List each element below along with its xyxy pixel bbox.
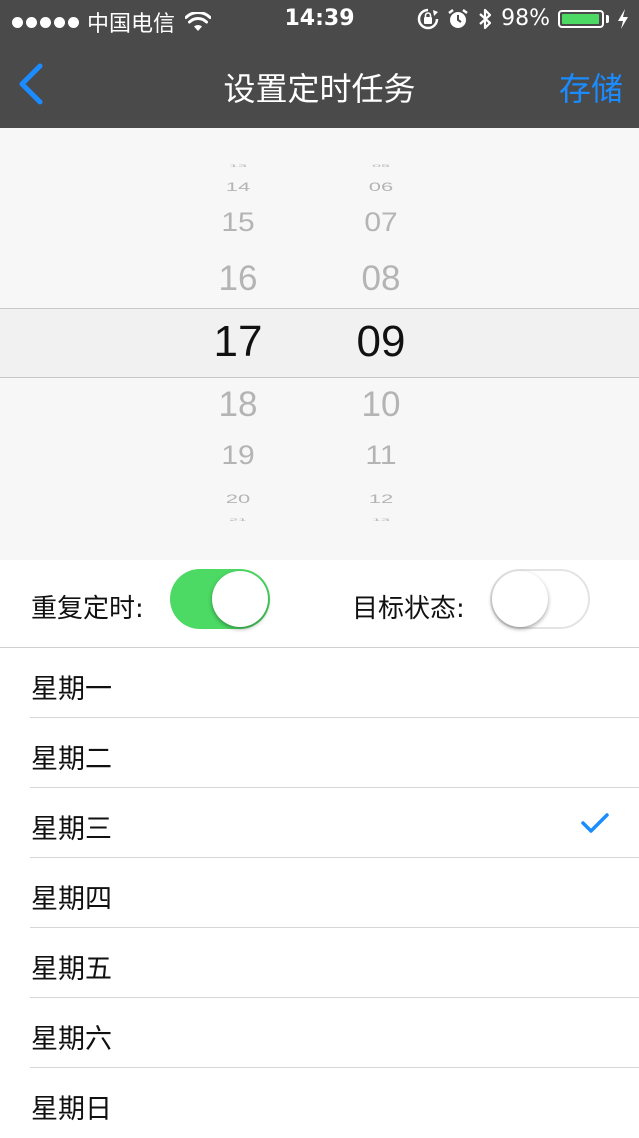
top-bar: 中国电信 14:39 98% 设置定时任务 存储 — [0, 0, 639, 128]
hour-wheel[interactable]: 13 14 15 16 17 18 19 20 21 — [178, 128, 298, 560]
hour-option[interactable]: 14 — [178, 181, 298, 193]
weekday-label: 星期三 — [31, 814, 112, 845]
weekday-row[interactable]: 星期日 — [0, 1068, 639, 1138]
weekday-row[interactable]: 星期四 — [0, 858, 639, 928]
minute-option[interactable]: 09 — [321, 320, 441, 364]
charging-icon — [618, 8, 628, 29]
toggle-row: 重复定时: 目标状态: — [0, 560, 639, 648]
hour-option[interactable]: 16 — [178, 261, 298, 296]
weekday-row[interactable]: 星期二 — [0, 718, 639, 788]
repeat-toggle[interactable] — [170, 569, 270, 629]
minute-option[interactable]: 10 — [321, 387, 441, 422]
minute-option[interactable]: 07 — [321, 209, 441, 237]
weekday-label: 星期四 — [31, 884, 112, 915]
hour-option[interactable]: 17 — [178, 320, 298, 364]
hour-option[interactable]: 21 — [178, 518, 298, 522]
time-picker: 13 14 15 16 17 18 19 20 21 05 06 07 08 09 10 11 12 13 — [0, 128, 639, 560]
status-right: 98% — [417, 6, 629, 31]
minute-option[interactable]: 11 — [321, 442, 441, 470]
weekday-row[interactable]: 星期一 — [0, 648, 639, 718]
target-state-toggle-knob — [492, 571, 548, 627]
hour-option[interactable]: 18 — [178, 387, 298, 422]
minute-option[interactable]: 05 — [321, 164, 441, 168]
hour-option[interactable]: 13 — [178, 164, 298, 168]
weekday-row[interactable]: 星期三 — [0, 788, 639, 858]
weekday-row[interactable]: 星期六 — [0, 998, 639, 1068]
battery-icon — [558, 9, 604, 28]
save-button[interactable]: 存储 — [559, 64, 623, 110]
weekday-label: 星期六 — [31, 1024, 112, 1055]
battery-percent: 98% — [501, 6, 550, 31]
weekday-list: 星期一星期二星期三星期四星期五星期六星期日 — [0, 648, 639, 1138]
repeat-label: 重复定时: — [31, 594, 144, 624]
alarm-icon — [448, 8, 468, 28]
minute-option[interactable]: 06 — [321, 181, 441, 193]
weekday-label: 星期二 — [31, 744, 112, 775]
minute-option[interactable]: 12 — [321, 493, 441, 505]
minute-wheel[interactable]: 05 06 07 08 09 10 11 12 13 — [321, 128, 441, 560]
hour-option[interactable]: 19 — [178, 442, 298, 470]
target-state-toggle[interactable] — [490, 569, 590, 629]
picker-selection-band — [0, 308, 639, 378]
checkmark-icon — [581, 813, 609, 833]
rotation-lock-icon — [417, 8, 439, 29]
battery-tip — [606, 14, 609, 23]
hour-option[interactable]: 20 — [178, 493, 298, 505]
repeat-toggle-knob — [212, 571, 268, 627]
battery-level-fill — [562, 13, 600, 24]
target-state-label: 目标状态: — [352, 594, 465, 624]
status-bar: 中国电信 14:39 98% — [0, 0, 639, 40]
weekday-label: 星期日 — [31, 1094, 112, 1125]
hour-option[interactable]: 15 — [178, 209, 298, 237]
minute-option[interactable]: 08 — [321, 261, 441, 296]
weekday-label: 星期五 — [31, 954, 112, 985]
minute-option[interactable]: 13 — [321, 518, 441, 522]
page-title: 设置定时任务 — [223, 70, 416, 108]
weekday-row[interactable]: 星期五 — [0, 928, 639, 998]
weekday-label: 星期一 — [31, 674, 112, 705]
navigation-bar: 设置定时任务 存储 — [0, 40, 639, 128]
bluetooth-icon — [479, 8, 492, 29]
